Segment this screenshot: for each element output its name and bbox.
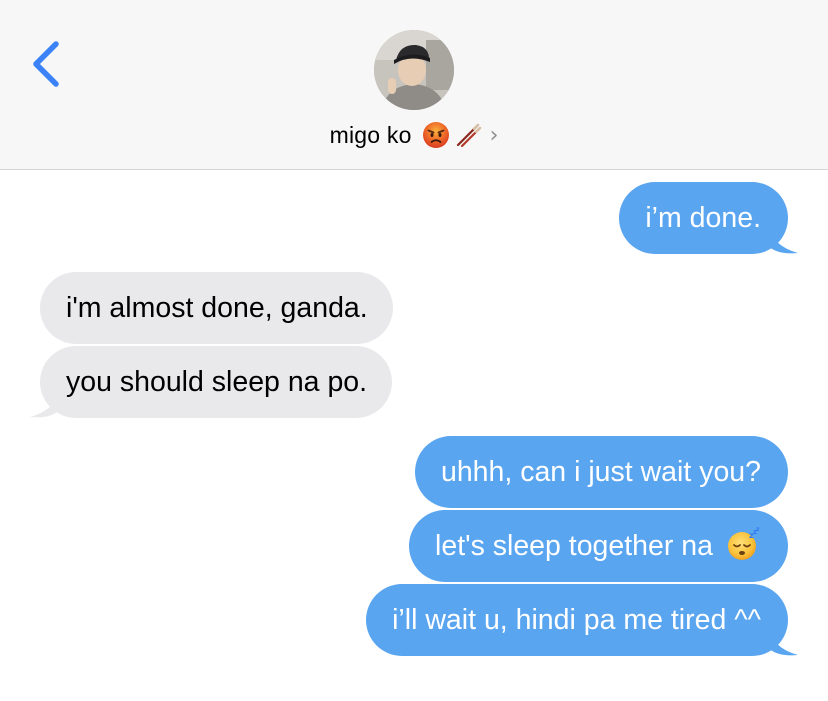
chevron-left-icon [33, 41, 59, 87]
message-bubble-sent[interactable]: let's sleep together na z z z [409, 510, 788, 582]
message-text: you should sleep na po. [66, 366, 368, 398]
message-bubble-sent[interactable]: i’ll wait u, hindi pa me tired ^^ [366, 584, 788, 656]
conversation-header: migo ko › [0, 0, 828, 170]
message-text: i'm almost done, ganda. [66, 292, 368, 324]
message-text: let's sleep together na [435, 530, 713, 562]
contact-name: migo ko [329, 121, 412, 148]
message-bubble-received[interactable]: you should sleep na po. [40, 346, 393, 418]
sleeping-face-emoji-icon: z z z [728, 527, 760, 560]
avatar-photo [374, 30, 454, 110]
angry-face-emoji-icon [422, 122, 449, 148]
message-bubble-sent[interactable]: i’m done. [619, 182, 788, 254]
chopsticks-emoji-icon [456, 123, 481, 148]
message-text: i’m done. [645, 202, 761, 234]
contact-name-row[interactable]: migo ko › [0, 118, 828, 152]
message-bubble-sent[interactable]: uhhh, can i just wait you? [414, 436, 788, 508]
svg-text:z: z [756, 527, 760, 533]
messages-screen: migo ko › i’m done. i'm almost done, gan… [0, 0, 828, 701]
message-text: i’ll wait u, hindi pa me tired ^^ [392, 604, 761, 636]
contact-avatar[interactable] [374, 30, 454, 110]
back-button[interactable] [22, 36, 70, 92]
message-bubble-received[interactable]: i'm almost done, ganda. [40, 272, 393, 344]
message-text: uhhh, can i just wait you? [440, 456, 761, 488]
chevron-right-icon: › [489, 122, 499, 148]
